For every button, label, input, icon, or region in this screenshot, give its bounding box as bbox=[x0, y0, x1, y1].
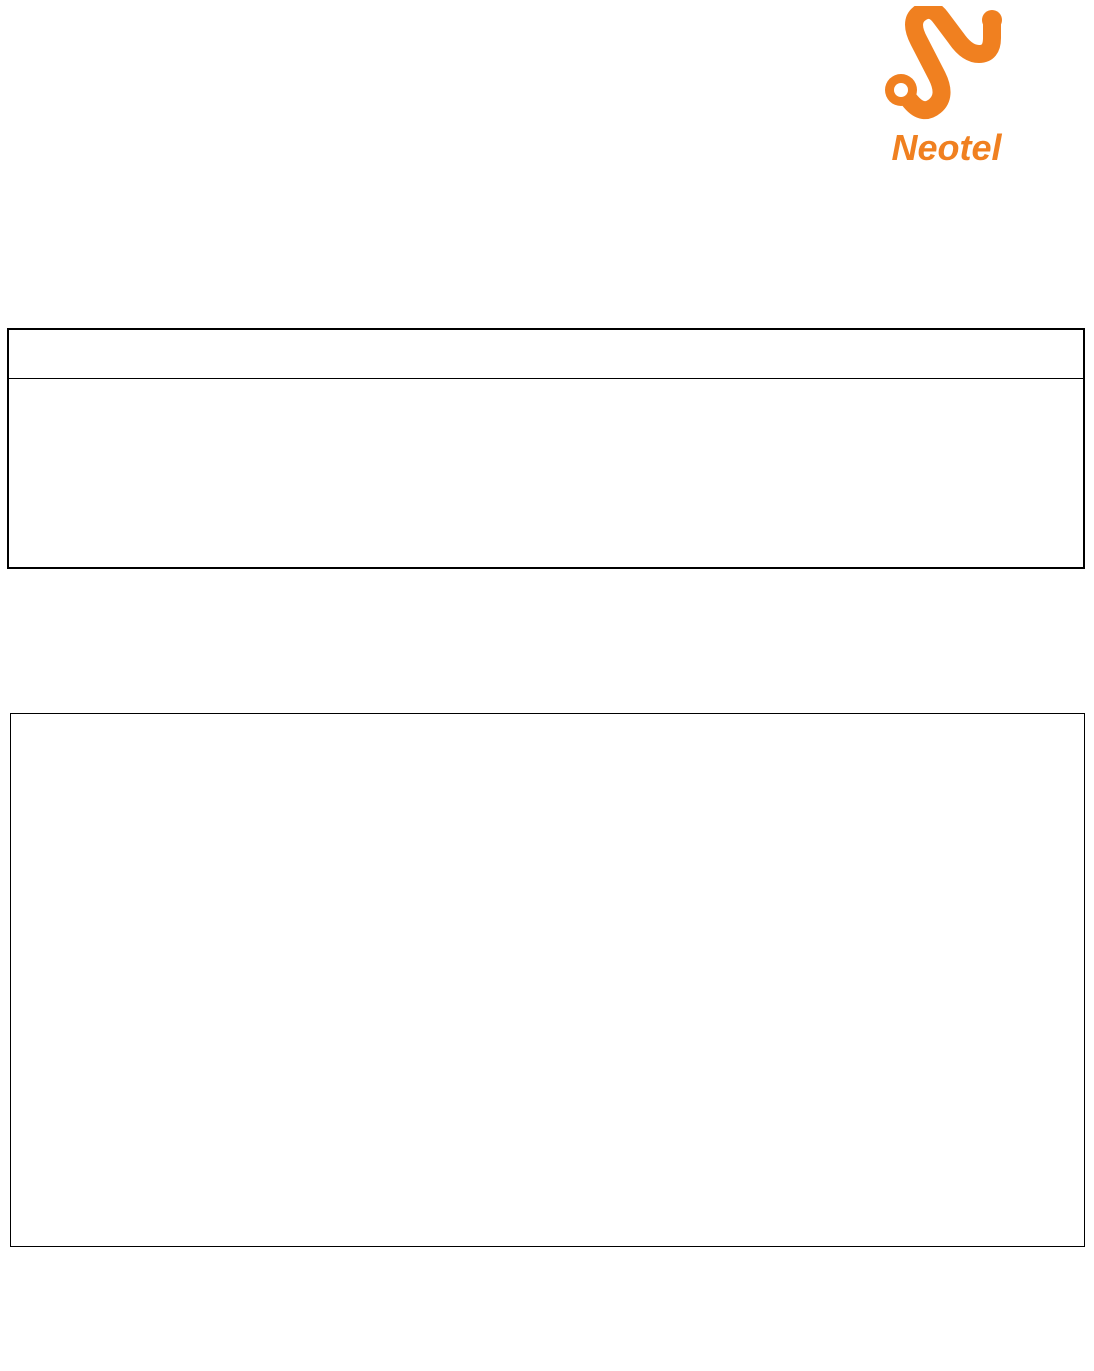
content-box-1 bbox=[7, 328, 1085, 569]
brand-name: Neotel bbox=[891, 127, 1001, 169]
box1-divider bbox=[9, 378, 1083, 379]
brand-logo-container: Neotel bbox=[854, 6, 1039, 169]
neotel-logo-icon bbox=[879, 6, 1014, 131]
content-box-2 bbox=[10, 713, 1085, 1247]
